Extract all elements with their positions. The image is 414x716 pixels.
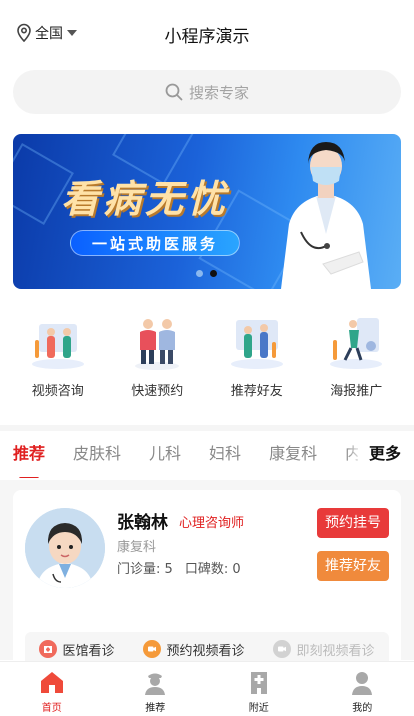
bottom-tab-bar: 首页 推荐 附近 我的: [0, 661, 414, 716]
nav-mine[interactable]: 我的: [322, 662, 402, 716]
promo-banner[interactable]: 看病无忧 一站式助医服务: [13, 134, 401, 289]
tab-gynecology[interactable]: 妇科: [209, 438, 241, 478]
app-title: 小程序演示: [164, 27, 250, 47]
nav-label: 附近: [248, 703, 269, 714]
service-clinic-visit[interactable]: 医馆看诊: [39, 640, 115, 659]
category-tabs: 推荐 皮肤科 儿科 妇科 康复科 内 更多: [0, 438, 414, 478]
hospital-icon: [250, 672, 267, 694]
book-appointment-button[interactable]: 预约挂号: [317, 508, 389, 538]
recommend-friend-button[interactable]: 推荐好友: [317, 551, 389, 581]
tab-rehabilitation[interactable]: 康复科: [269, 438, 317, 478]
search-bar[interactable]: 搜索专家: [13, 70, 401, 114]
nav-label: 首页: [41, 703, 62, 714]
visits-stat: 门诊量: 5: [117, 558, 173, 577]
doctor-avatar: [25, 508, 105, 588]
tab-pediatrics[interactable]: 儿科: [149, 438, 181, 478]
service-book-video[interactable]: 预约视频看诊: [143, 640, 245, 659]
service-instant-video[interactable]: 即刻视频看诊: [273, 640, 375, 659]
doctor-icon: [145, 673, 166, 695]
carousel-dots: [196, 270, 217, 277]
search-icon: [165, 83, 183, 101]
doctor-name: 张翰林: [117, 513, 168, 533]
more-tabs-button[interactable]: 更多: [369, 438, 401, 470]
nav-nearby[interactable]: 附近: [219, 662, 299, 716]
tab-fade: [346, 438, 364, 478]
user-icon: [352, 672, 373, 695]
video-consult-icon: [31, 324, 84, 369]
service-label: 预约视频看诊: [166, 643, 245, 659]
video-icon: [273, 640, 292, 658]
nav-label: 我的: [352, 703, 373, 714]
quick-nav-video-consult[interactable]: 视频咨询: [13, 310, 103, 410]
doctor-card[interactable]: 张翰林 心理咨询师 康复科 门诊量: 5 口碑数: 0 预约挂号 推荐好友 医馆…: [13, 490, 401, 670]
rating-label: 口碑数:: [184, 562, 229, 577]
banner-headline: 看病无忧: [61, 177, 230, 221]
quick-nav-label: 视频咨询: [31, 384, 84, 399]
video-icon: [143, 640, 162, 658]
quick-nav-recommend-friend[interactable]: 推荐好友: [212, 310, 302, 410]
nav-home[interactable]: 首页: [12, 662, 92, 716]
nav-recommend[interactable]: 推荐: [115, 662, 195, 716]
visits-label: 门诊量:: [117, 562, 161, 577]
service-label: 即刻视频看诊: [296, 643, 375, 659]
clinic-icon: [39, 640, 58, 658]
quick-booking-icon: [135, 319, 180, 370]
tab-list: 推荐 皮肤科 儿科 妇科 康复科 内: [13, 438, 358, 478]
carousel-dot-active[interactable]: [210, 270, 217, 277]
poster-promo-icon: [330, 318, 383, 369]
quick-nav-poster-promo[interactable]: 海报推广: [311, 310, 401, 410]
service-label: 医馆看诊: [62, 643, 115, 659]
quick-nav-label: 推荐好友: [230, 384, 283, 399]
banner-tagline: 一站式助医服务: [70, 230, 240, 256]
rating-value: 0: [232, 562, 241, 577]
top-bar: 全国 小程序演示: [0, 0, 414, 66]
doctor-avatar-icon: [25, 508, 105, 588]
quick-nav: 视频咨询 快速预约 推荐好友 海报推广: [0, 310, 414, 410]
quick-nav-label: 快速预约: [131, 384, 184, 399]
doctor-department: 康复科: [117, 540, 157, 555]
quick-nav-quick-booking[interactable]: 快速预约: [112, 310, 202, 410]
rating-stat: 口碑数: 0: [185, 558, 241, 577]
recommend-friend-icon: [230, 320, 283, 369]
tab-dermatology[interactable]: 皮肤科: [73, 438, 121, 478]
quick-nav-label: 海报推广: [330, 384, 383, 399]
doctor-role: 心理咨询师: [179, 516, 245, 531]
section-divider: [0, 425, 414, 431]
visits-value: 5: [164, 562, 173, 577]
doctor-stats: 门诊量: 5 口碑数: 0: [117, 558, 241, 577]
tab-recommend[interactable]: 推荐: [13, 438, 45, 478]
carousel-dot[interactable]: [196, 270, 203, 277]
doctor-illustration: [281, 142, 371, 289]
home-icon: [40, 672, 63, 693]
nav-label: 推荐: [145, 703, 166, 714]
search-placeholder: 搜索专家: [188, 83, 249, 102]
